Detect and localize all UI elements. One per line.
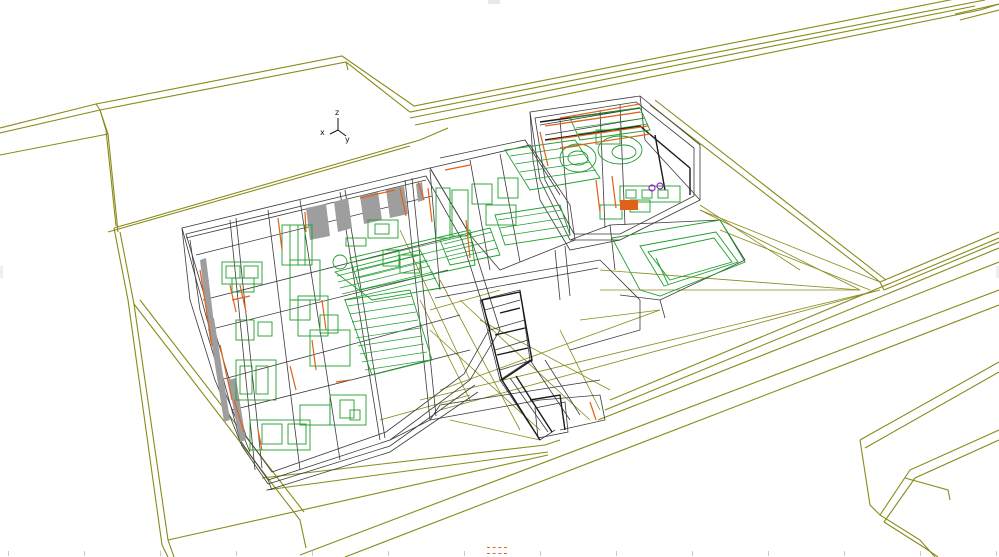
openings-layer	[199, 103, 651, 451]
viewport-top-resize-handle[interactable]	[488, 0, 500, 4]
ruler-tick	[920, 551, 921, 556]
ruler-tick	[160, 551, 161, 556]
building-structure	[181, 95, 746, 491]
ruler-tick	[464, 551, 465, 556]
viewport-left-resize-handle[interactable]	[0, 266, 3, 278]
ruler-tick	[312, 551, 313, 556]
axis-y-label: y	[345, 135, 350, 144]
ruler-tick	[768, 551, 769, 556]
bottom-ruler	[0, 551, 999, 557]
site-boundary	[0, 0, 999, 557]
ruler-tick	[236, 551, 237, 556]
ruler-tick	[844, 551, 845, 556]
solid-wall-panels	[200, 182, 424, 442]
ruler-tick	[8, 551, 9, 556]
axis-triad	[329, 118, 347, 137]
ruler-tick	[616, 551, 617, 556]
site-grading-lines	[379, 204, 881, 441]
ruler-tick	[388, 551, 389, 556]
wireframe-model[interactable]	[0, 0, 999, 557]
ruler-tick	[692, 551, 693, 556]
ruler-tick	[996, 551, 997, 556]
3d-viewport[interactable]: z x y	[0, 0, 999, 557]
ruler-tick	[540, 551, 541, 556]
ruler-tick	[84, 551, 85, 556]
axis-z-label: z	[335, 108, 340, 117]
axis-x-label: x	[320, 128, 325, 137]
